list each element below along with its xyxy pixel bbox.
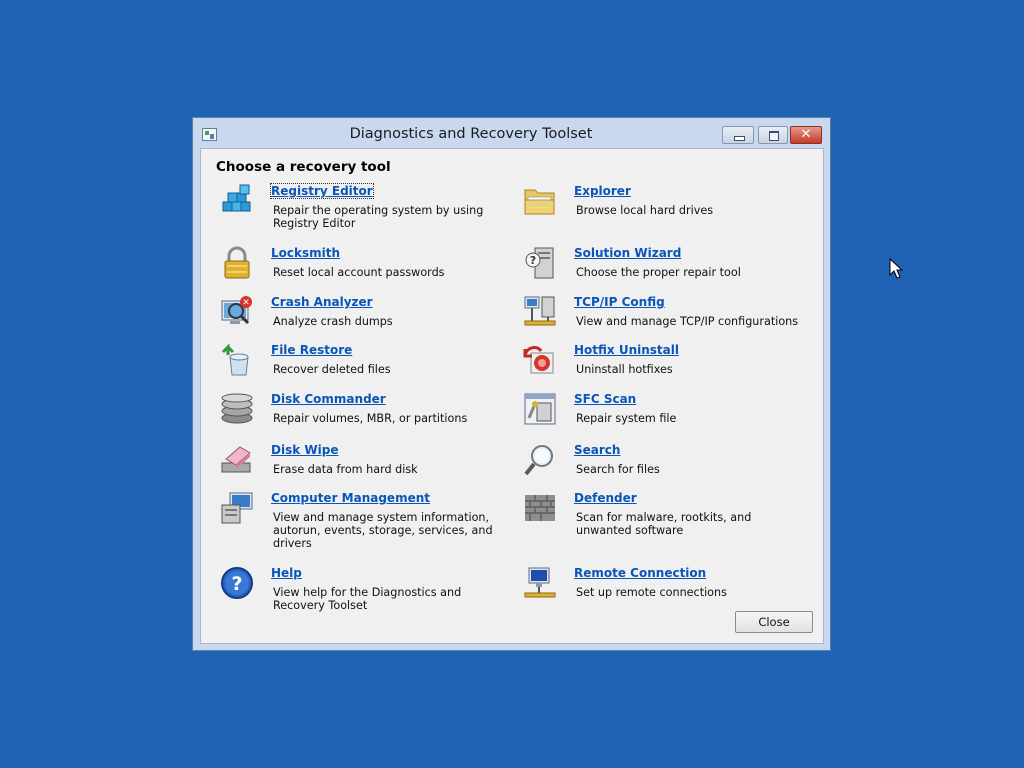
computer-management-icon — [221, 492, 253, 524]
tool-description: Browse local hard drives — [576, 204, 714, 217]
tool-description: Repair volumes, MBR, or partitions — [273, 412, 468, 425]
folder-icon — [524, 189, 555, 215]
tool-link[interactable]: Search — [574, 443, 620, 457]
tool-link[interactable]: Hotfix Uninstall — [574, 343, 679, 357]
tool-description: View and manage system information, auto… — [273, 511, 493, 550]
minimize-button[interactable] — [722, 126, 754, 144]
disk-stack-icon — [221, 393, 253, 424]
svg-text:?: ? — [231, 573, 242, 595]
hotfix-uninstall-icon — [523, 346, 554, 374]
tool-description: View and manage TCP/IP configurations — [576, 315, 799, 328]
tool-description: Erase data from hard disk — [273, 463, 418, 476]
maximize-button[interactable] — [758, 126, 788, 144]
tool-description: Search for files — [576, 463, 660, 476]
recovery-toolset-window: Diagnostics and Recovery Toolset ✕ Choos… — [192, 117, 831, 651]
padlock-icon — [224, 246, 250, 279]
tool-link[interactable]: Remote Connection — [574, 566, 706, 580]
tool-description: Repair the operating system by using Reg… — [273, 204, 484, 230]
dialog-content: Choose a recovery tool Registry Editor R… — [200, 148, 824, 644]
svg-text:✕: ✕ — [242, 298, 250, 308]
tool-description: Choose the proper repair tool — [576, 266, 741, 279]
sfc-scan-icon — [524, 393, 556, 425]
tool-description: Set up remote connections — [576, 586, 727, 599]
brick-wall-icon — [525, 495, 555, 521]
tool-link[interactable]: File Restore — [271, 343, 352, 357]
page-title: Choose a recovery tool — [216, 159, 391, 175]
eraser-disk-icon — [221, 446, 251, 473]
tool-link[interactable]: Registry Editor — [270, 183, 374, 199]
crash-analyzer-icon: ✕ — [221, 296, 252, 325]
minimize-icon — [723, 127, 753, 143]
tool-link[interactable]: Defender — [574, 491, 637, 505]
tool-link[interactable]: Help — [271, 566, 302, 580]
tool-link[interactable]: Computer Management — [271, 491, 430, 505]
registry-editor-icon — [222, 184, 251, 212]
magnifier-icon — [524, 445, 553, 476]
svg-text:?: ? — [530, 254, 536, 267]
tool-link[interactable]: Solution Wizard — [574, 246, 681, 260]
tool-description: Uninstall hotfixes — [576, 363, 673, 376]
tool-description: Analyze crash dumps — [273, 315, 393, 328]
tool-link[interactable]: Crash Analyzer — [271, 295, 373, 309]
tool-link[interactable]: SFC Scan — [574, 392, 636, 406]
tool-link[interactable]: TCP/IP Config — [574, 295, 665, 309]
tool-link[interactable]: Disk Wipe — [271, 443, 338, 457]
recycle-bin-restore-icon — [221, 343, 249, 376]
close-icon: ✕ — [800, 127, 812, 142]
window-title: Diagnostics and Recovery Toolset — [349, 126, 593, 142]
tool-link[interactable]: Locksmith — [271, 246, 340, 260]
tool-description: View help for the Diagnostics and Recove… — [273, 586, 462, 612]
mouse-cursor-icon — [889, 258, 904, 279]
solution-wizard-icon: ? — [525, 247, 554, 279]
tool-description: Repair system file — [576, 412, 677, 425]
window-close-button[interactable]: ✕ — [790, 126, 822, 144]
tool-link[interactable]: Disk Commander — [271, 392, 386, 406]
close-button[interactable]: Close — [735, 611, 813, 633]
title-bar[interactable]: Diagnostics and Recovery Toolset ✕ — [193, 118, 830, 148]
maximize-icon — [759, 127, 787, 143]
help-icon: ? — [221, 567, 253, 599]
tool-description: Scan for malware, rootkits, and unwanted… — [576, 511, 752, 537]
network-config-icon — [524, 296, 556, 326]
tool-description: Reset local account passwords — [273, 266, 445, 279]
remote-connection-icon — [524, 567, 556, 598]
tool-link[interactable]: Explorer — [574, 184, 631, 198]
tool-description: Recover deleted files — [273, 363, 391, 376]
